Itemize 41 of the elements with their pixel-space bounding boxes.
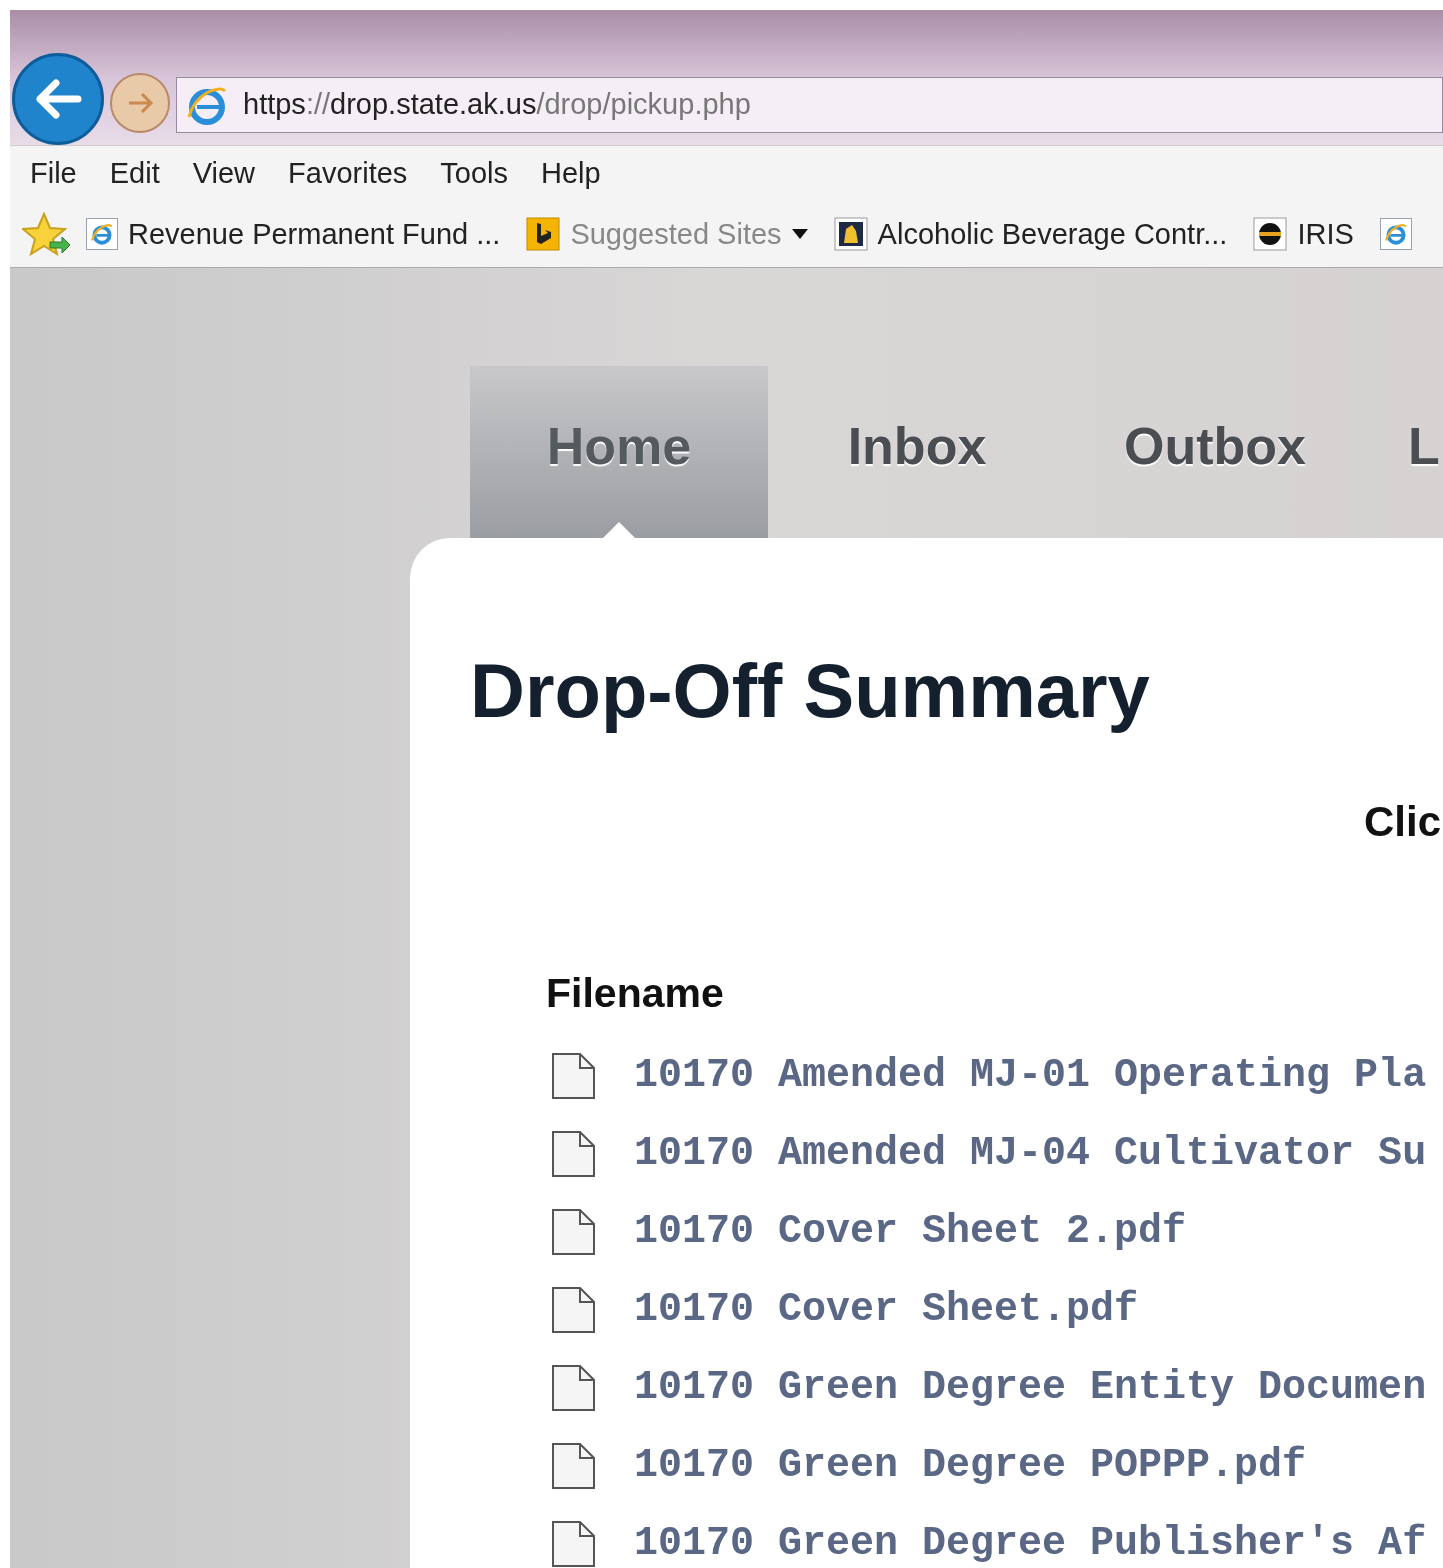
star-add-icon[interactable] [22,212,72,257]
caret-icon [791,229,808,240]
file-icon [550,1130,596,1178]
menu-item[interactable]: File [30,152,77,196]
menu-item[interactable]: Help [541,152,601,196]
file-link[interactable]: 10170 Cover Sheet 2.pdf [634,1212,1187,1252]
page-icon [1379,218,1412,251]
file-icon [550,1052,596,1100]
favorite-link[interactable]: IRIS [1253,212,1354,257]
left-arrow-icon [34,78,82,119]
file-link[interactable]: 10170 Green Degree Publisher's Af [634,1524,1427,1564]
instruction-text: Clic [1363,801,1441,843]
file-link[interactable]: 10170 Cover Sheet.pdf [634,1290,1139,1330]
file-icon [550,1286,596,1334]
file-link[interactable]: 10170 Amended MJ-01 Operating Pla [634,1056,1427,1096]
url-text: https://drop.state.ak.us/drop/pickup.php [243,87,751,123]
nav-tab[interactable]: Inbox [768,366,1066,538]
favorite-link[interactable]: Revenue Permanent Fund ... [86,212,501,257]
column-header: Filename [546,973,724,1014]
page-icon [86,218,118,251]
file-icon [550,1208,596,1256]
favorite-link[interactable]: Alcoholic Beverage Contr... [833,212,1228,257]
file-link[interactable]: 10170 Green Degree Entity Documen [634,1368,1427,1408]
address-field[interactable]: https://drop.state.ak.us/drop/pickup.php [176,76,1443,133]
b-logo-icon [526,217,561,252]
menu-item[interactable]: Tools [440,152,509,196]
file-icon [550,1364,596,1412]
menu-item[interactable]: View [192,152,256,196]
favorite-link[interactable]: Suggested Sites [526,212,808,257]
globe-icon [1253,217,1288,252]
file-icon [550,1442,596,1490]
emblem-icon [833,217,868,252]
menu-item[interactable]: Favorites [288,152,408,196]
right-arrow-icon [126,90,154,115]
favorite-link[interactable] [1379,218,1412,251]
file-link[interactable]: 10170 Amended MJ-04 Cultivator Su [634,1134,1427,1174]
menu-item[interactable]: Edit [109,152,160,196]
file-link[interactable]: 10170 Green Degree POPPP.pdf [634,1446,1307,1486]
nav-tab[interactable]: Home [470,366,768,538]
nav-tab[interactable]: L [1364,366,1440,538]
nav-tab[interactable]: Outbox [1066,366,1364,538]
